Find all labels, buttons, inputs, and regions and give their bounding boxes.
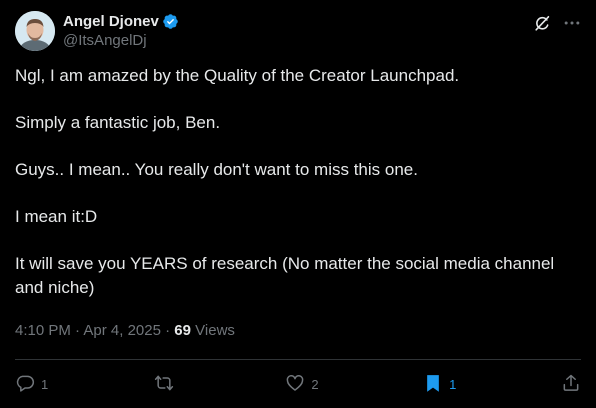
post-meta: 4:10 PM · Apr 4, 2025 · 69 Views xyxy=(15,322,235,339)
post-paragraph: It will save you YEARS of research (No m… xyxy=(15,254,555,297)
repost-button[interactable] xyxy=(153,373,181,396)
share-icon xyxy=(561,373,581,396)
grok-icon[interactable] xyxy=(532,13,552,33)
verified-badge-icon xyxy=(162,13,179,30)
post-time[interactable]: 4:10 PM xyxy=(15,322,71,339)
author-handle[interactable]: @ItsAngelDj xyxy=(63,32,179,49)
more-icon[interactable] xyxy=(562,13,582,33)
post-paragraph: I mean it:D xyxy=(15,207,98,226)
post-header: Angel Djonev @ItsAngelDj xyxy=(15,11,582,51)
post-paragraph: Ngl, I am amazed by the Quality of the C… xyxy=(15,66,460,85)
post-paragraph: Guys.. I mean.. You really don't want to… xyxy=(15,160,418,179)
like-icon xyxy=(285,373,305,396)
meta-separator: · xyxy=(165,322,171,339)
user-info: Angel Djonev @ItsAngelDj xyxy=(63,11,179,49)
reply-icon xyxy=(15,373,35,396)
bookmark-icon xyxy=(423,372,443,397)
post-paragraph: Simply a fantastic job, Ben. xyxy=(15,113,221,132)
header-actions xyxy=(532,13,582,33)
share-button[interactable] xyxy=(561,373,581,396)
views-label: Views xyxy=(195,322,235,339)
meta-separator: · xyxy=(75,322,81,339)
reply-count: 1 xyxy=(41,376,49,392)
action-bar: 1 2 1 xyxy=(15,370,581,398)
divider xyxy=(15,359,581,360)
post-date[interactable]: Apr 4, 2025 xyxy=(83,322,161,339)
author-name[interactable]: Angel Djonev xyxy=(63,13,159,30)
bookmark-count: 1 xyxy=(449,376,457,392)
reply-button[interactable]: 1 xyxy=(15,373,48,396)
repost-icon xyxy=(153,373,175,396)
post-text: Ngl, I am amazed by the Quality of the C… xyxy=(15,64,575,300)
avatar[interactable] xyxy=(15,11,55,51)
bookmark-button[interactable]: 1 xyxy=(423,372,456,397)
like-button[interactable]: 2 xyxy=(285,373,319,396)
like-count: 2 xyxy=(311,376,319,392)
views-count: 69 xyxy=(174,322,191,339)
